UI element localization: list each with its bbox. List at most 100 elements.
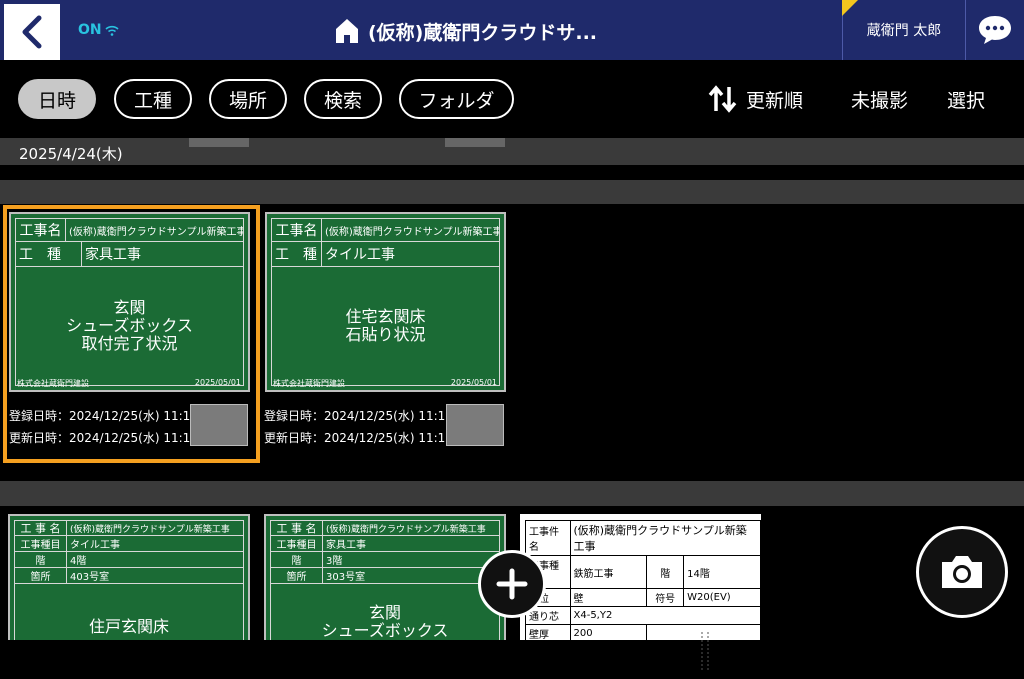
doc-cell: W20(EV) [683,588,761,607]
board-content: 玄関 シューズボックス [270,584,500,640]
project-title[interactable]: (仮称)蔵衛門クラウドサ... [334,14,597,48]
photo-thumbnail[interactable]: 工事件名 (仮称)蔵衛門クラウドサンプル新築工事 工事種目 鉄筋工事 階 14階… [520,514,761,679]
doc-cell: D13@200D [569,642,648,661]
doc-cell: (仮称)蔵衛門クラウドサンプル新築工事 [569,520,761,556]
date-group-label: 2025/4/24(木) [19,145,123,163]
select-button[interactable]: 選択 [947,86,985,113]
filter-chip-work-type[interactable]: 工種 [114,79,192,119]
chat-bubble-icon [979,16,1011,44]
rebar-diagram [701,632,709,671]
board-type-value: 家具工事 [85,247,141,263]
doc-cell: X4-5,Y2 [569,606,761,625]
board-project-value: (仮称)蔵衛門クラウドサンプル新築工事 [325,226,499,238]
board-place-row: 箇所 303号室 [270,568,500,584]
doc-cell: 符号 [646,588,685,607]
board-type-row: 工事種目 家具工事 [270,536,500,552]
board-place-label: 箇所 [271,568,323,583]
doc-cell: 14階 [683,555,761,589]
filter-chip-search[interactable]: 検索 [304,79,382,119]
doc-drawing-cell [646,624,761,679]
board-date: 2025/05/01 [450,378,497,387]
board-project-label: 工 事 名 [15,521,67,535]
doc-cell: D10@150D [569,660,648,679]
board-type-label: 工事種目 [271,536,323,551]
photo-thumbnail[interactable]: 工 事 名 (仮称)蔵衛門クラウドサンプル新築工事 工事種目 タイル工事 階 4… [8,514,250,640]
board-floor-row: 階 4階 [14,552,244,568]
board-place-row: 箇所 403号室 [14,568,244,584]
board-type-row: 工 種 タイル工事 [271,242,500,267]
subgroup-header [0,180,1024,204]
doc-cell: 縦筋 [525,642,571,661]
sort-button[interactable]: 更新順 [708,84,803,114]
attachment-thumbnail[interactable] [190,404,248,446]
updated-datetime: 更新日時：2024/12/25(水) 11:13 [9,431,198,445]
board-content: 玄関 シューズボックス 取付完了状況 [15,267,244,386]
board-floor-label: 階 [15,552,67,567]
doc-cell: 横筋 [525,660,571,679]
board-place-label: 箇所 [15,568,67,583]
add-button[interactable] [478,550,546,618]
date-group-header [0,138,1024,165]
sort-arrows-icon [708,85,737,113]
board-type-value: タイル工事 [70,540,120,551]
board-type-value: タイル工事 [325,247,395,263]
partial-thumbnail[interactable] [445,138,505,147]
board-project-label: 工事名 [16,219,66,241]
home-icon [336,19,358,43]
photo-thumbnail[interactable]: 工事名 (仮称)蔵衛門クラウドサンプル新築工事 工 種 家具工事 玄関 シューズ… [9,212,250,392]
online-status: ON [78,22,120,38]
sort-label: 更新順 [746,89,804,112]
photo-thumbnail[interactable]: 工 事 名 (仮称)蔵衛門クラウドサンプル新築工事 工事種目 家具工事 階 3階… [264,514,506,640]
board-project-row: 工事名 (仮称)蔵衛門クラウドサンプル新築工事 [15,218,244,242]
filter-chip-location[interactable]: 場所 [209,79,287,119]
camera-icon [942,556,982,588]
doc-cell: 鉄筋工事 [569,555,648,589]
project-title-text: (仮称)蔵衛門クラウドサ... [368,21,598,44]
doc-cell: 壁 [569,588,648,607]
board-project-row: 工 事 名 (仮称)蔵衛門クラウドサンプル新築工事 [270,520,500,536]
photo-thumbnail[interactable]: 工事名 (仮称)蔵衛門クラウドサンプル新築工事 工 種 タイル工事 住宅玄関床 … [265,212,506,392]
board-project-value: (仮称)蔵衛門クラウドサンプル新築工事 [70,524,230,535]
subgroup-header [0,481,1024,506]
unshot-button[interactable]: 未撮影 [851,86,908,113]
wifi-icon [105,25,119,36]
board-project-label: 工事名 [272,219,322,241]
board-type-label: 工 種 [16,242,82,266]
board-date: 2025/05/01 [194,378,241,387]
board-floor-value: 4階 [70,556,87,567]
board-project-label: 工 事 名 [271,521,323,535]
board-type-value: 家具工事 [326,540,366,551]
user-name: 蔵衛門 太郎 [866,23,942,39]
board-type-row: 工事種目 タイル工事 [14,536,244,552]
plus-icon [496,568,528,600]
camera-button[interactable] [916,526,1008,618]
registered-datetime: 登録日時：2024/12/25(水) 11:13 [264,409,453,423]
attachment-thumbnail[interactable] [446,404,504,446]
user-menu[interactable]: 蔵衛門 太郎 [842,0,966,60]
board-project-row: 工 事 名 (仮称)蔵衛門クラウドサンプル新築工事 [14,520,244,536]
back-button[interactable] [4,4,60,60]
chat-button[interactable] [966,0,1024,60]
registered-datetime: 登録日時：2024/12/25(水) 11:13 [9,409,198,423]
board-place-value: 303号室 [326,572,366,583]
board-project-value: (仮称)蔵衛門クラウドサンプル新築工事 [326,524,486,535]
board-project-row: 工事名 (仮称)蔵衛門クラウドサンプル新築工事 [271,218,500,242]
board-floor-label: 階 [271,552,323,567]
partial-thumbnail[interactable] [189,138,249,147]
board-content: 住戸玄関床 [14,584,244,640]
notification-corner [842,0,858,16]
board-floor-value: 3階 [326,556,343,567]
blackboard-table: 工事件名 (仮称)蔵衛門クラウドサンプル新築工事 工事種目 鉄筋工事 階 14階… [525,520,761,679]
filter-chip-datetime[interactable]: 日時 [18,79,96,119]
filter-chip-folder[interactable]: フォルダ [399,79,514,119]
doc-cell: 工事件名 [525,520,571,556]
board-place-value: 403号室 [70,572,110,583]
updated-datetime: 更新日時：2024/12/25(水) 11:13 [264,431,453,445]
board-company: 株式会社蔵衛門建設 [17,379,89,388]
chevron-left-icon [22,15,42,49]
board-project-value: (仮称)蔵衛門クラウドサンプル新築工事 [69,226,243,238]
doc-cell: 階 [646,555,685,589]
board-floor-row: 階 3階 [270,552,500,568]
board-type-label: 工事種目 [15,536,67,551]
online-status-label: ON [78,22,102,38]
